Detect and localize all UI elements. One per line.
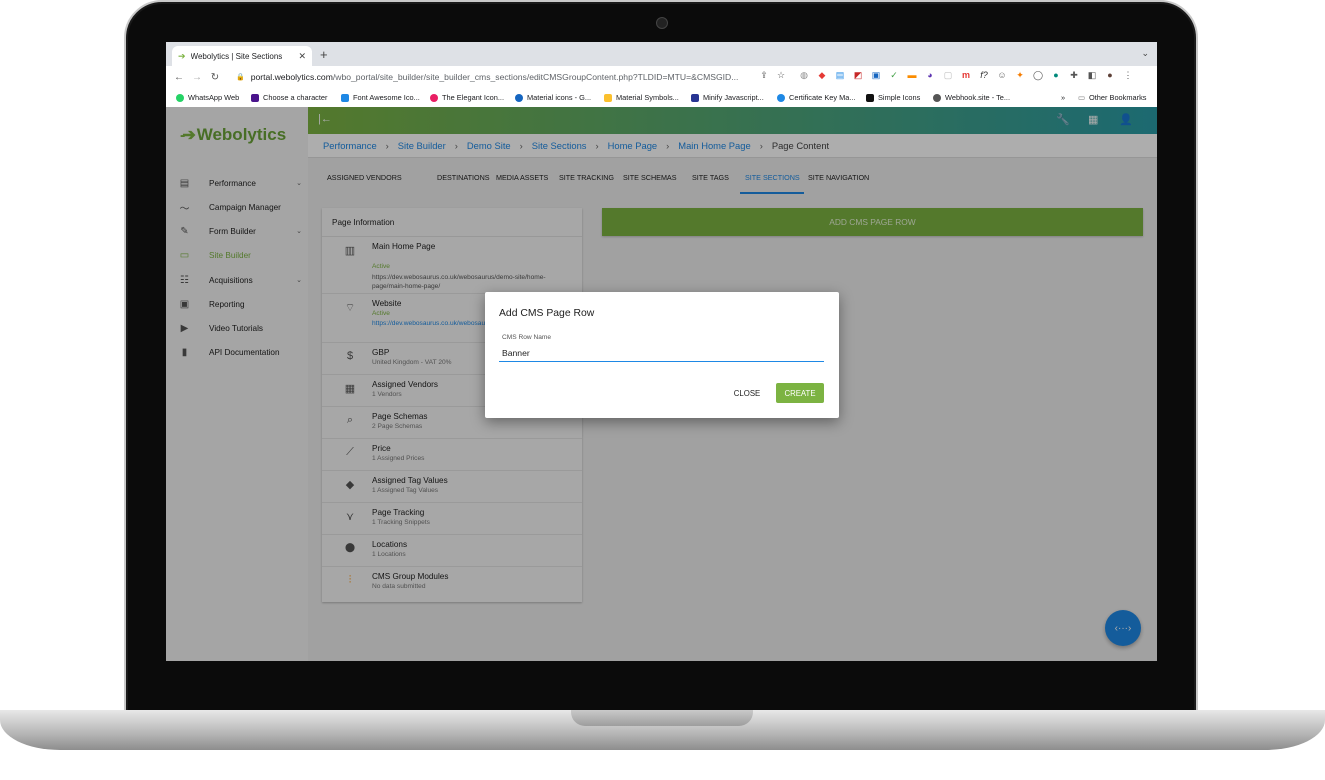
extension-icon[interactable]: m [960,70,972,80]
close-button[interactable]: CLOSE [724,383,770,403]
more-bookmarks-icon[interactable]: » [1061,93,1065,102]
bookmark-label: Certificate Key Ma... [789,93,856,102]
bookmark-item[interactable]: Material Symbols... [604,93,679,102]
lock-icon: 🔒 [236,74,245,81]
dialog-title: Add CMS Page Row [499,308,595,319]
forward-icon[interactable]: → [188,72,206,83]
extension-icon[interactable]: ▬ [906,70,918,80]
bookmark-favicon-icon [341,93,349,102]
tab-title: Webolytics | Site Sections [190,51,283,61]
bookmark-favicon-icon [691,93,699,102]
more-bookmarks-label: » [1061,93,1066,102]
bookmark-label: Font Awesome Ico... [353,93,420,102]
create-button[interactable]: CREATE [776,383,824,403]
bookmark-item[interactable]: Webhook.site - Te... [933,93,1010,102]
cms-row-name-input[interactable] [499,344,824,362]
close-tab-icon[interactable]: ✕ [298,51,306,62]
bookmark-favicon-icon [251,93,259,102]
bookmark-favicon-icon [933,93,941,102]
address-bar-row: ← → ↻ 🔒 portal.webolytics.com/wbo_portal… [166,66,1157,88]
extension-icon[interactable]: ✓ [888,70,900,81]
webolytics-favicon-icon: ➔ [178,50,186,61]
bookmark-star-icon[interactable]: ☆ [775,70,787,81]
extension-icon[interactable]: ▢ [942,70,954,81]
extension-icon[interactable]: ◆ [816,70,828,81]
extension-icon[interactable]: ◕ [924,70,936,80]
bookmark-item[interactable]: Material icons - G... [515,93,591,102]
bookmark-item[interactable]: Font Awesome Ico... [341,93,420,102]
screen: ➔ Webolytics | Site Sections ✕ + ⌄ ← → ↻… [166,42,1157,661]
bookmark-favicon-icon [176,93,184,102]
back-icon[interactable]: ← [170,72,188,83]
bookmark-item[interactable]: Choose a character [251,93,328,102]
bookmark-label: Material icons - G... [527,93,592,102]
profile-avatar-icon[interactable]: ● [1104,70,1116,80]
bookmark-item[interactable]: WhatsApp Web [176,93,239,102]
share-icon[interactable]: ⇪ [758,70,770,81]
browser-tabbar: ➔ Webolytics | Site Sections ✕ + ⌄ [166,42,1157,66]
bookmark-label: Material Symbols... [616,93,679,102]
bookmark-item[interactable]: The Elegant Icon... [430,93,504,102]
reload-icon[interactable]: ↻ [206,72,224,83]
extension-icon[interactable]: ◩ [852,70,864,81]
add-cms-page-row-dialog: Add CMS Page Row CMS Row Name CLOSE CREA… [485,292,839,418]
extension-icon[interactable]: ● [1050,70,1062,80]
laptop-notch [571,710,753,726]
tab-search-icon[interactable]: ⌄ [1141,48,1149,59]
side-panel-icon[interactable]: ◧ [1086,70,1098,81]
new-tab-icon[interactable]: + [320,47,328,62]
bookmark-label: Choose a character [263,93,328,102]
bookmark-favicon-icon [777,93,785,102]
bookmark-label: WhatsApp Web [188,93,240,102]
url-domain: portal.webolytics.com [250,72,333,82]
bookmark-item[interactable]: Certificate Key Ma... [777,93,856,102]
bookmark-favicon-icon [604,93,612,102]
other-bookmarks-label: Other Bookmarks [1088,93,1147,102]
extensions-puzzle-icon[interactable]: ✚ [1068,70,1080,81]
camera-icon [656,17,668,29]
bookmark-favicon-icon [515,93,523,102]
folder-icon: ▭ [1078,93,1085,102]
bookmark-favicon-icon [866,93,874,102]
bookmark-favicon-icon [430,93,438,102]
extension-icon[interactable]: ☺ [996,70,1008,80]
extension-icon[interactable]: ◍ [798,70,810,81]
bookmark-item[interactable]: Simple Icons [866,93,920,102]
browser-tab[interactable]: ➔ Webolytics | Site Sections ✕ [172,46,312,66]
bookmark-label: The Elegant Icon... [442,93,505,102]
bookmark-item[interactable]: Minify Javascript... [691,93,764,102]
bookmark-label: Webhook.site - Te... [945,93,1011,102]
url-path: /wbo_portal/site_builder/site_builder_cm… [332,72,739,82]
extension-icon[interactable]: ◯ [1032,70,1044,81]
menu-dots-icon[interactable]: ⋮ [1122,70,1134,81]
bookmark-label: Minify Javascript... [703,93,764,102]
other-bookmarks[interactable]: ▭ Other Bookmarks [1078,93,1147,102]
extension-icon[interactable]: ▣ [870,70,882,81]
url-field[interactable]: 🔒 portal.webolytics.com/wbo_portal/site_… [236,69,776,85]
extension-icon[interactable]: f? [978,70,990,80]
extension-icon[interactable]: ✦ [1014,70,1026,81]
field-label: CMS Row Name [502,334,552,341]
bookmark-label: Simple Icons [878,93,921,102]
extension-icon[interactable]: ▤ [834,70,846,81]
bookmarks-bar: WhatsApp Web Choose a character Font Awe… [166,88,1157,108]
